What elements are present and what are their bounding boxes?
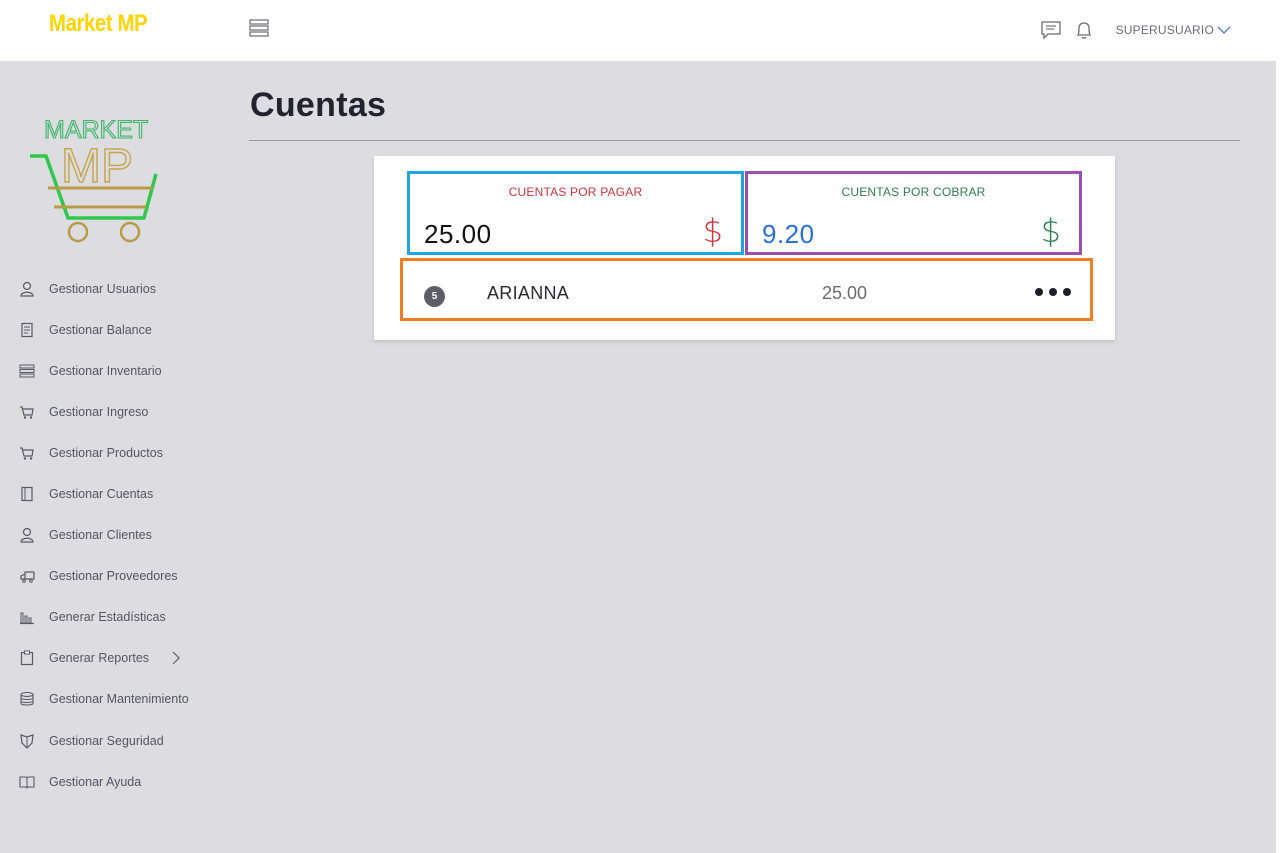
user-icon <box>19 527 35 543</box>
sidebar-item-label: Gestionar Clientes <box>49 528 152 543</box>
sidebar-item-estadisticas[interactable]: Generar Estadísticas <box>0 597 240 638</box>
account-row[interactable]: 5 ARIANNA 25.00 <box>400 258 1093 321</box>
account-name: ARIANNA <box>487 283 570 303</box>
list-icon <box>19 363 35 379</box>
dot <box>1049 288 1057 296</box>
more-options-icon[interactable] <box>1035 286 1071 298</box>
cuentas-por-cobrar-box[interactable]: CUENTAS POR COBRAR 9.20 $ <box>745 171 1082 255</box>
sidebar-item-label: Gestionar Usuarios <box>49 281 156 296</box>
user-menu[interactable]: SUPERUSUARIO <box>1116 23 1231 37</box>
sidebar-item-usuarios[interactable]: Gestionar Usuarios <box>0 268 240 309</box>
truck-icon <box>19 568 35 584</box>
cuentas-por-pagar-box[interactable]: CUENTAS POR PAGAR 25.00 $ <box>407 171 744 255</box>
sidebar-item-label: Gestionar Mantenimiento <box>49 692 189 707</box>
sidebar-item-label: Gestionar Proveedores <box>49 569 178 584</box>
shield-icon <box>19 733 35 749</box>
book-icon <box>19 486 35 502</box>
sidebar-logo: MARKET MP <box>26 112 166 248</box>
cart-icon <box>19 445 35 461</box>
sidebar-item-proveedores[interactable]: Gestionar Proveedores <box>0 556 240 597</box>
bar-chart-icon <box>19 609 35 625</box>
page-title: Cuentas <box>250 86 387 124</box>
dot <box>1035 288 1043 296</box>
sidebar-item-balance[interactable]: Gestionar Balance <box>0 309 240 350</box>
sidebar-item-productos[interactable]: Gestionar Productos <box>0 432 240 473</box>
account-amount: 25.00 <box>822 283 868 303</box>
database-icon <box>19 691 35 707</box>
open-book-icon <box>19 774 35 790</box>
sidebar-item-label: Gestionar Cuentas <box>49 487 154 502</box>
cobrar-value: 9.20 <box>762 219 815 249</box>
sidebar-item-inventario[interactable]: Gestionar Inventario <box>0 350 240 391</box>
sidebar-item-label: Gestionar Ingreso <box>49 404 149 419</box>
menu-toggle-icon[interactable] <box>249 18 269 38</box>
sidebar-item-label: Gestionar Seguridad <box>49 733 164 748</box>
dollar-icon: $ <box>1040 212 1061 250</box>
receipt-icon <box>19 322 35 338</box>
chevron-right-icon[interactable] <box>170 651 182 665</box>
sidebar-item-label: Gestionar Productos <box>49 445 163 460</box>
dot <box>1063 288 1071 296</box>
user-menu-label: SUPERUSUARIO <box>1115 23 1214 37</box>
bell-icon[interactable] <box>1073 19 1095 41</box>
sidebar-item-label: Gestionar Balance <box>49 322 152 337</box>
brand-title[interactable]: Market MP <box>49 10 148 38</box>
sidebar-item-ayuda[interactable]: Gestionar Ayuda <box>0 761 240 802</box>
sidebar-item-reportes[interactable]: Generar Reportes <box>0 638 240 679</box>
pagar-value: 25.00 <box>424 219 492 249</box>
cobrar-label: CUENTAS POR COBRAR <box>841 185 986 199</box>
top-right-actions: SUPERUSUARIO <box>1040 18 1231 42</box>
sidebar-item-label: Generar Reportes <box>49 651 150 666</box>
sidebar-item-label: Gestionar Inventario <box>49 363 162 378</box>
cart-icon <box>19 404 35 420</box>
sidebar-item-label: Generar Estadísticas <box>49 610 166 625</box>
sidebar-item-mantenimiento[interactable]: Gestionar Mantenimiento <box>0 679 240 720</box>
clipboard-icon <box>19 650 35 666</box>
top-bar: Market MP SUPERUSUARIO <box>0 0 1276 61</box>
sidebar-item-cuentas[interactable]: Gestionar Cuentas <box>0 473 240 514</box>
chat-icon[interactable] <box>1040 19 1062 41</box>
sidebar-item-label: Gestionar Ayuda <box>49 774 142 789</box>
chevron-down-icon <box>1217 26 1231 34</box>
sidebar-nav: Gestionar Usuarios Gestionar Balance Ges… <box>0 268 240 802</box>
sidebar-item-seguridad[interactable]: Gestionar Seguridad <box>0 720 240 761</box>
sidebar-item-clientes[interactable]: Gestionar Clientes <box>0 515 240 556</box>
title-divider <box>249 140 1240 141</box>
user-icon <box>19 281 35 297</box>
sidebar-item-ingreso[interactable]: Gestionar Ingreso <box>0 391 240 432</box>
logo-text-mp: MP <box>61 140 133 193</box>
scrollbar[interactable] <box>1276 0 1280 853</box>
dollar-icon: $ <box>702 212 723 250</box>
row-id-badge: 5 <box>424 286 445 307</box>
pagar-label: CUENTAS POR PAGAR <box>508 185 643 199</box>
